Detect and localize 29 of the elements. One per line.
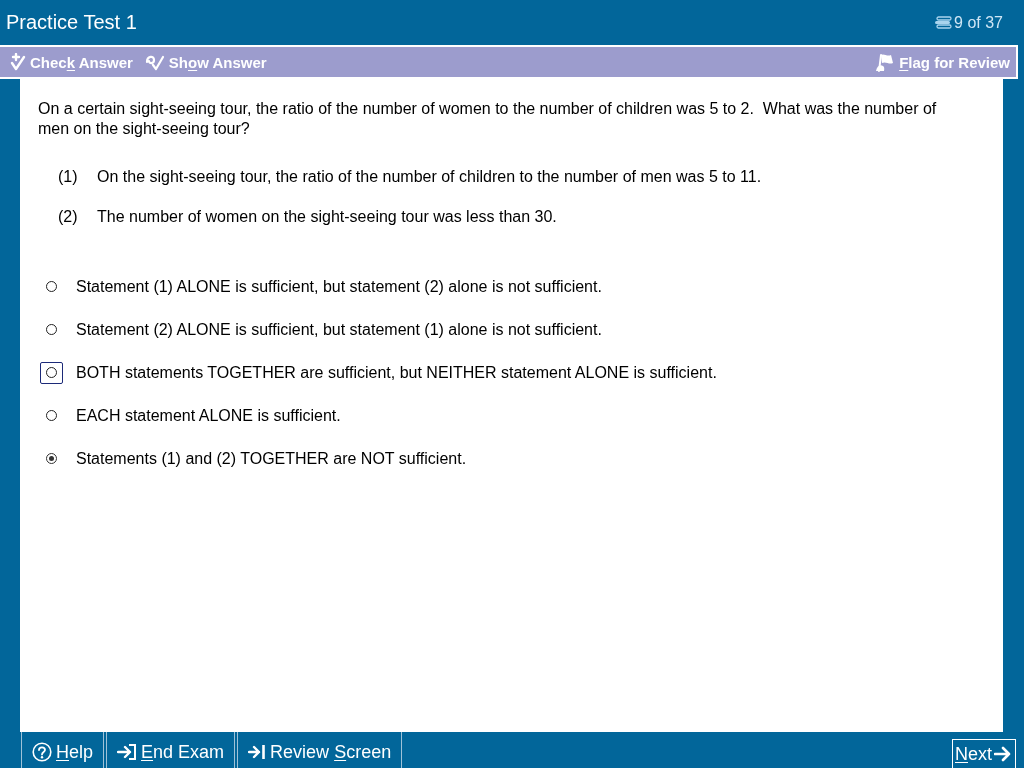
statement-text: The number of women on the sight-seeing tour was less than 30.	[97, 207, 557, 227]
answer-option-text: Statement (2) ALONE is sufficient, but statement (1) alone is not sufficient.	[76, 319, 602, 340]
question-text: On a certain sight-seeing tour, the ratio of the number of women to the number of children was 5 to 2. What was the number of men on the sight-seeing tour?	[38, 99, 938, 139]
question-counter: 9 of 37	[954, 13, 1003, 32]
tick-icon	[144, 53, 165, 71]
arrow-to-bar-icon	[248, 743, 267, 761]
radio-button[interactable]	[46, 367, 57, 378]
next-button[interactable]: Next	[952, 739, 1016, 768]
help-button[interactable]: Help	[21, 732, 105, 768]
answer-option-text: BOTH statements TOGETHER are sufficient, but NEITHER statement ALONE is sufficient.	[76, 362, 717, 383]
statement-number: (2)	[58, 207, 79, 227]
radio-button[interactable]	[46, 281, 57, 292]
tick-icon	[10, 53, 26, 71]
statement-number: (1)	[58, 167, 79, 187]
answer-option-text: Statement (1) ALONE is sufficient, but statement (2) alone is not sufficient.	[76, 276, 602, 297]
flag-icon	[875, 52, 896, 72]
help-icon	[32, 742, 52, 762]
arrow-into-box-icon	[117, 743, 138, 761]
radio-button[interactable]	[46, 324, 57, 335]
end-exam-button[interactable]: End Exam	[106, 732, 236, 768]
pages-icon	[934, 16, 953, 29]
review-screen-button[interactable]: Review Screen	[237, 732, 403, 768]
answer-option-text: Statements (1) and (2) TOGETHER are NOT sufficient.	[76, 448, 467, 469]
radio-button[interactable]	[46, 453, 57, 464]
arrow-right-icon	[994, 745, 1012, 763]
statement-text: On the sight-seeing tour, the ratio of the number of children to the number of men was 5 to 11.	[97, 167, 762, 187]
window-title: Practice Test 1	[6, 11, 137, 34]
radio-button[interactable]	[46, 410, 57, 421]
answer-option-text: EACH statement ALONE is sufficient.	[76, 405, 341, 426]
